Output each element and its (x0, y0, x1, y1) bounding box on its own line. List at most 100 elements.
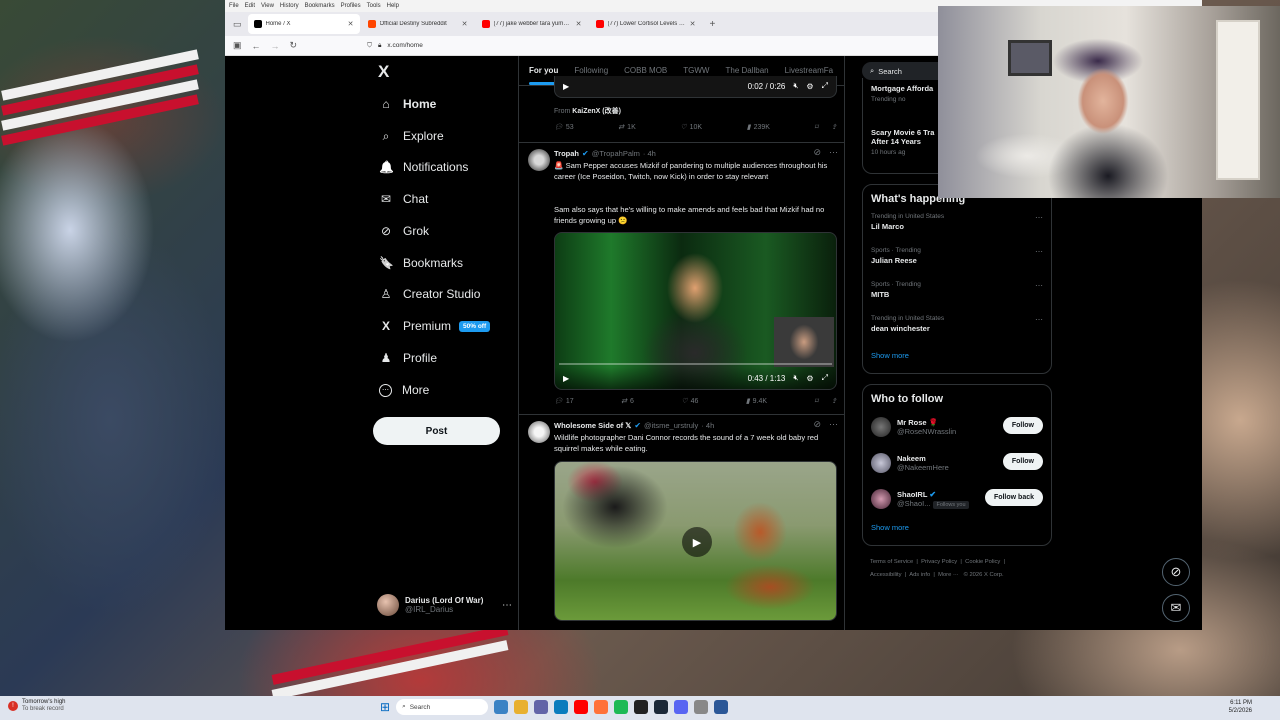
more-icon[interactable]: ⋯ (1035, 315, 1043, 324)
obs-icon[interactable] (634, 700, 649, 714)
follow-button[interactable]: Follow (1002, 453, 1043, 470)
close-tab-icon[interactable]: ✕ (348, 20, 354, 28)
views-button[interactable]: ▮ 9.4K (746, 397, 767, 406)
author-handle[interactable]: @itsme_urstruly (644, 421, 698, 430)
more-icon[interactable]: ⋯ (1035, 281, 1043, 290)
author-name[interactable]: Tropah (554, 149, 579, 158)
bookmark-button[interactable]: ⌑ ⇪ (815, 397, 837, 405)
grok-icon[interactable]: ⊘ (813, 147, 821, 158)
reply-button[interactable]: 💬︎ 17 (554, 397, 574, 406)
discord-icon[interactable] (674, 700, 689, 714)
settings-icon[interactable]: ⚙ (806, 82, 813, 91)
nav-explore[interactable]: ⌕ Explore (379, 126, 444, 146)
spotify-icon[interactable] (614, 700, 629, 714)
nav-bookmarks[interactable]: 🔖 Bookmarks (379, 253, 463, 273)
play-icon[interactable]: ▶ (563, 82, 569, 91)
address-bar[interactable]: ⛉ 🔒︎ x.com/home (367, 42, 423, 50)
app-icon[interactable] (714, 700, 729, 714)
avatar[interactable] (528, 149, 550, 171)
show-more-link[interactable]: Show more (863, 517, 1051, 542)
fullscreen-icon[interactable]: ⤢ (822, 373, 828, 383)
avatar[interactable] (528, 421, 550, 443)
weather-widget[interactable]: ! Tomorrow's high To break record (8, 699, 66, 713)
firefox-icon[interactable] (594, 700, 609, 714)
post-button[interactable]: Post (373, 417, 500, 445)
nav-premium[interactable]: X Premium 50% off (379, 316, 491, 336)
browser-tab[interactable]: (77) jake webber tara yummy n ✕ (476, 14, 588, 34)
new-tab-icon[interactable]: + (704, 19, 722, 30)
tab-cobb-mob[interactable]: COBB MOB (624, 66, 667, 75)
menu-history[interactable]: History (280, 3, 299, 9)
trend-item[interactable]: Sports · Trending Julian Reese ⋯ (863, 243, 1051, 277)
menu-bookmarks[interactable]: Bookmarks (305, 3, 335, 9)
account-switcher[interactable]: Darius (Lord Of War) @IRL_Darius ⋯ (377, 594, 512, 616)
menu-help[interactable]: Help (387, 3, 399, 9)
views-button[interactable]: ▮ 239K (747, 123, 770, 132)
video-player[interactable]: ▶ 0:02 / 0:26 🔇︎ ⚙ ⤢ (554, 76, 837, 98)
close-tab-icon[interactable]: ✕ (576, 20, 582, 28)
nav-grok[interactable]: ⊘ Grok (379, 221, 429, 241)
tab-overview-icon[interactable]: ▭ (229, 19, 246, 30)
tab-following[interactable]: Following (574, 66, 608, 75)
sidebar-toggle-icon[interactable]: ▣ (233, 40, 242, 51)
app-icon[interactable] (694, 700, 709, 714)
share-icon[interactable]: ⇪ (831, 123, 837, 131)
steam-icon[interactable] (654, 700, 669, 714)
author-handle[interactable]: @TropahPalm (592, 149, 640, 158)
footer-link[interactable]: Ads info (909, 572, 930, 578)
more-options-icon[interactable]: ⋯ (502, 600, 512, 611)
show-more-link[interactable]: Show more (863, 345, 1051, 370)
trend-item[interactable]: Trending in United States Lil Marco ⋯ (863, 209, 1051, 243)
nav-chat[interactable]: ✉ Chat (379, 189, 428, 209)
like-button[interactable]: ♡ 46 (681, 397, 698, 406)
post[interactable]: Tropah ✔ @TropahPalm · 4h ⊘ ⋯ 🚨 Sam Pepp… (519, 143, 844, 415)
repost-button[interactable]: ⇄ 6 (621, 397, 634, 406)
reload-icon[interactable]: ↻ (290, 40, 298, 51)
follow-suggestion[interactable]: Mr Rose 🌹 @RoseNWrasslin Follow (863, 409, 1051, 445)
more-icon[interactable]: ⋯ (829, 147, 838, 158)
more-icon[interactable]: ⋯ (1035, 247, 1043, 256)
tab-the-dallban[interactable]: The Dallban (725, 66, 768, 75)
post-age[interactable]: · 4h (701, 421, 714, 430)
bookmark-button[interactable]: ⌑ ⇪ (815, 123, 837, 131)
x-logo-icon[interactable]: X (378, 62, 389, 82)
follow-button[interactable]: Follow (1002, 417, 1043, 434)
back-icon[interactable]: ← (252, 41, 261, 51)
task-view-icon[interactable] (494, 700, 509, 714)
nav-creator-studio[interactable]: ♙ Creator Studio (379, 284, 481, 304)
close-tab-icon[interactable]: ✕ (462, 20, 468, 28)
fullscreen-icon[interactable]: ⤢ (822, 81, 828, 91)
edge-icon[interactable] (554, 700, 569, 714)
footer-link[interactable]: Cookie Policy (965, 559, 1000, 565)
nav-notifications[interactable]: 🔔 Notifications (379, 157, 468, 177)
mute-icon[interactable]: 🔇︎ (793, 81, 798, 91)
play-icon[interactable]: ▶ (563, 374, 569, 383)
menu-edit[interactable]: Edit (245, 3, 255, 9)
footer-link[interactable]: Accessibility (870, 572, 902, 578)
author-name[interactable]: Wholesome Side of 𝕏 (554, 421, 631, 430)
tab-for-you[interactable]: For you (529, 66, 559, 85)
footer-link[interactable]: Terms of Service (870, 559, 913, 565)
play-icon[interactable]: ▶ (682, 527, 712, 557)
footer-link[interactable]: More ··· (938, 572, 959, 578)
browser-tab[interactable]: Official Destiny Subreddit ✕ (362, 14, 474, 34)
browser-tab[interactable]: Home / X ✕ (247, 14, 360, 34)
follow-suggestion[interactable]: ShaoIRL ✔ @ShaoI... Follows you Follow ba… (863, 481, 1051, 517)
teams-icon[interactable] (534, 700, 549, 714)
file-explorer-icon[interactable] (514, 700, 529, 714)
reply-button[interactable]: 💬︎ 53 (554, 123, 574, 132)
follow-back-button[interactable]: Follow back (984, 489, 1043, 506)
post[interactable]: Wholesome Side of 𝕏 ✔ @itsme_urstruly · … (519, 415, 844, 630)
repost-button[interactable]: ⇄ 1K (618, 123, 635, 132)
system-clock[interactable]: 6:11 PM 5/2/2026 (1229, 699, 1252, 715)
source-name[interactable]: KaiZenX (改善) (572, 108, 621, 115)
share-icon[interactable]: ⇪ (831, 397, 837, 405)
post[interactable]: ▶ 0:02 / 0:26 🔇︎ ⚙ ⤢ From KaiZenX (改善) 💬… (519, 76, 844, 143)
tab-livestream[interactable]: LivestreamFa (785, 66, 833, 75)
more-icon[interactable]: ⋯ (829, 419, 838, 430)
trend-item[interactable]: Sports · Trending MITB ⋯ (863, 277, 1051, 311)
youtube-icon[interactable] (574, 700, 589, 714)
post-age[interactable]: · 4h (643, 149, 656, 158)
video-player[interactable]: ▶ (554, 461, 837, 621)
forward-icon[interactable]: → (271, 41, 280, 51)
